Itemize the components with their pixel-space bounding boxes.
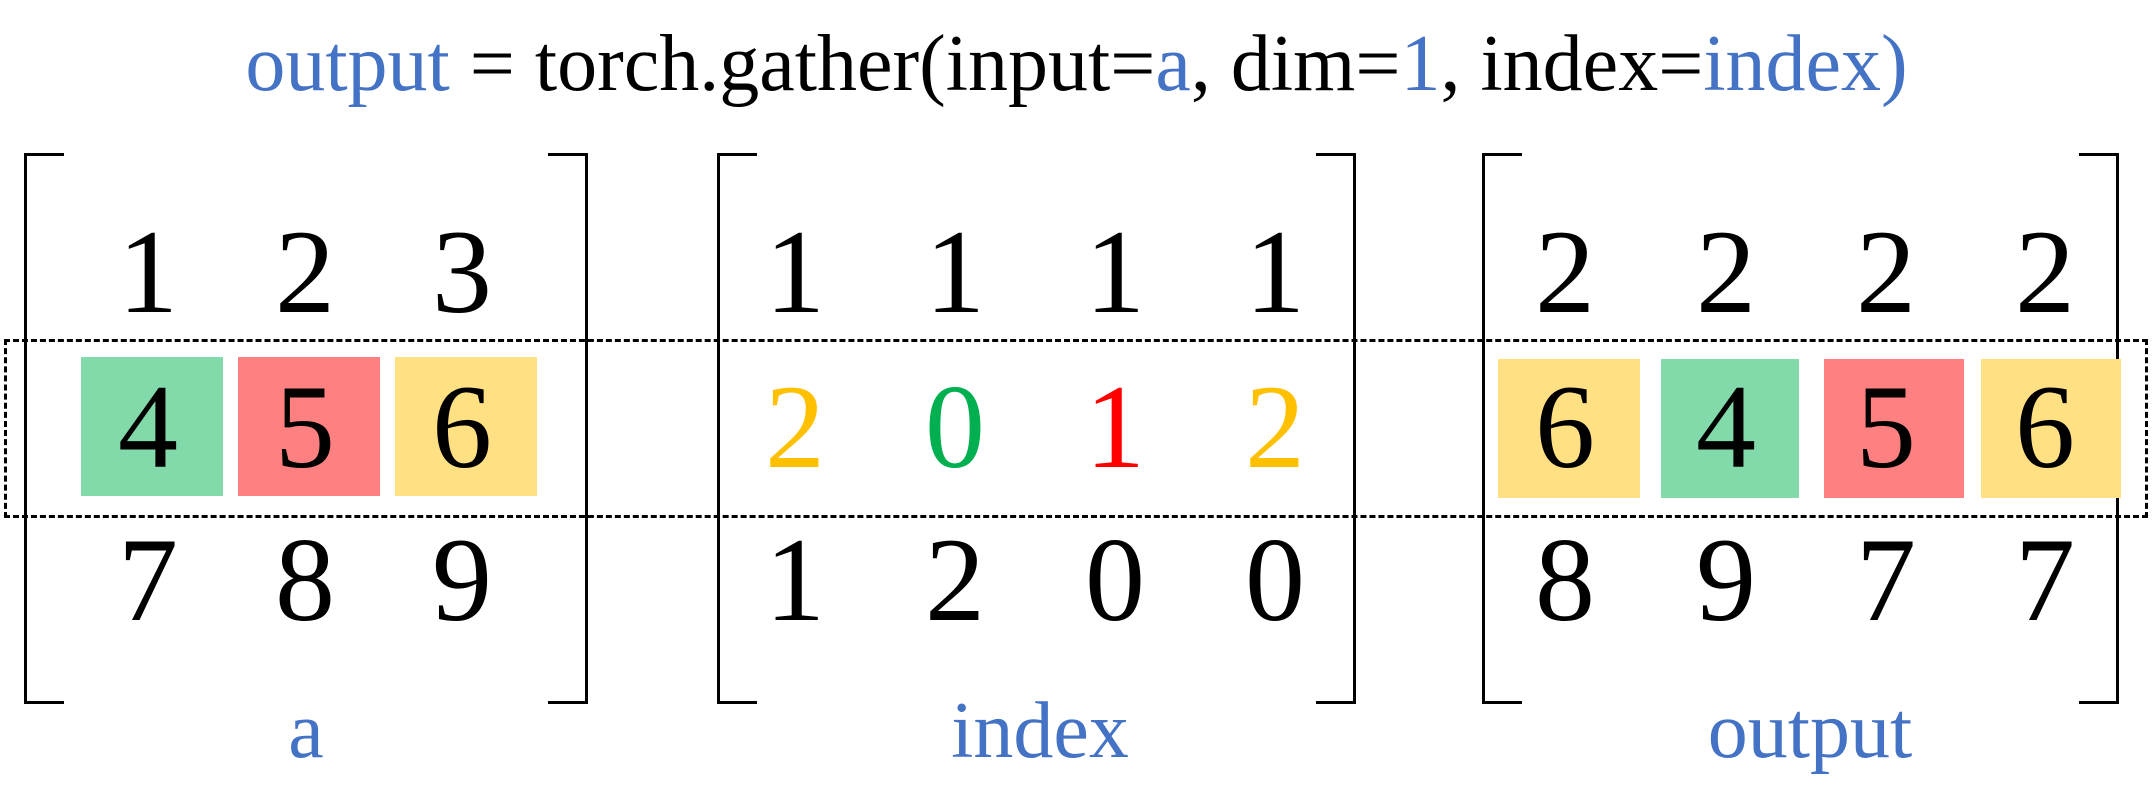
matrix-a-cell: 3 <box>432 205 492 338</box>
title-call: = torch.gather(input= <box>449 20 1156 108</box>
matrix-output-cell: 2 <box>1535 205 1595 338</box>
matrix-output-cell: 8 <box>1535 513 1595 646</box>
title-index-text: , index= <box>1440 20 1704 108</box>
matrix-index-cell: 1 <box>765 513 825 646</box>
title-output: output <box>245 20 450 108</box>
matrix-output-cell: 2 <box>1856 205 1916 338</box>
title-dim-text: , dim= <box>1190 20 1401 108</box>
matrix-a-cell: 8 <box>275 513 335 646</box>
matrix-index-cell: 1 <box>1245 205 1305 338</box>
dim1-row-highlight-band <box>4 339 2148 518</box>
matrix-output-cell: 2 <box>2015 205 2075 338</box>
matrix-index-cell: 2 <box>925 513 985 646</box>
matrix-output-label: output <box>1707 687 1913 775</box>
matrix-output-cell: 7 <box>2015 513 2075 646</box>
matrix-output-cell: 9 <box>1696 513 1756 646</box>
title-index-value: index <box>1703 20 1882 108</box>
matrix-a-label: a <box>288 687 324 775</box>
title-dim-value: 1 <box>1400 20 1441 108</box>
matrix-a-cell: 9 <box>432 513 492 646</box>
matrix-a-cell: 2 <box>275 205 335 338</box>
formula-title: output = torch.gather(input=a, dim=1, in… <box>0 14 2153 114</box>
matrix-index-cell: 1 <box>1085 205 1145 338</box>
matrix-output-cell: 7 <box>1856 513 1916 646</box>
matrix-a-cell: 7 <box>118 513 178 646</box>
matrix-output-cell: 2 <box>1696 205 1756 338</box>
title-input-value: a <box>1155 20 1191 108</box>
matrix-a-cell: 1 <box>118 205 178 338</box>
matrix-index-cell: 0 <box>1245 513 1305 646</box>
matrix-index-cell: 0 <box>1085 513 1145 646</box>
title-close-paren: ) <box>1881 20 1908 108</box>
matrix-index-cell: 1 <box>765 205 825 338</box>
matrix-index-label: index <box>951 687 1129 775</box>
matrix-index-cell: 1 <box>925 205 985 338</box>
